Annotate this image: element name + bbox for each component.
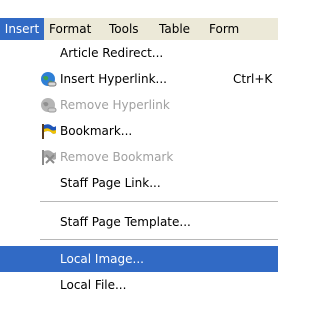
globe-link-icon — [40, 71, 57, 88]
menu-bar: Insert Format Tools Table Form — [0, 18, 278, 40]
remove-flag-icon — [40, 149, 57, 166]
menu-item-staff-page-template[interactable]: Staff Page Template... — [0, 209, 278, 235]
remove-link-icon — [40, 97, 57, 114]
shortcut-label: Ctrl+K — [233, 72, 273, 86]
menu-item-label: Article Redirect... — [60, 46, 164, 60]
menu-item-bookmark[interactable]: Bookmark... — [0, 118, 278, 144]
menu-item-label: Remove Bookmark — [60, 150, 174, 164]
menu-item-local-file[interactable]: Local File... — [0, 272, 278, 298]
menu-item-label: Staff Page Link... — [60, 176, 161, 190]
menu-item-remove-hyperlink[interactable]: Remove Hyperlink — [0, 92, 278, 118]
menu-tools[interactable]: Tools — [109, 18, 139, 40]
menu-item-remove-bookmark[interactable]: Remove Bookmark — [0, 144, 278, 170]
menu-item-label: Local File... — [60, 278, 127, 292]
menu-separator — [40, 239, 278, 240]
menu-item-staff-page-link[interactable]: Staff Page Link... — [0, 170, 278, 196]
menu-insert[interactable]: Insert — [0, 18, 44, 40]
menu-format[interactable]: Format — [49, 18, 91, 40]
menu-table[interactable]: Table — [159, 18, 190, 40]
menu-item-article-redirect[interactable]: Article Redirect... — [0, 40, 278, 66]
flag-icon — [40, 123, 57, 140]
menu-form[interactable]: Form — [209, 18, 239, 40]
menu-item-insert-hyperlink[interactable]: Insert Hyperlink... Ctrl+K — [0, 66, 278, 92]
menu-item-label: Remove Hyperlink — [60, 98, 170, 112]
menu-item-label: Staff Page Template... — [60, 215, 191, 229]
insert-dropdown-menu: Article Redirect... Insert Hyperlink... … — [0, 40, 278, 310]
menu-item-label: Insert Hyperlink... — [60, 72, 167, 86]
menu-item-label: Local Image... — [60, 252, 144, 266]
menu-item-label: Bookmark... — [60, 124, 133, 138]
menu-separator — [40, 201, 278, 202]
menu-item-local-image[interactable]: Local Image... — [0, 246, 278, 272]
window-top-area — [0, 0, 278, 18]
